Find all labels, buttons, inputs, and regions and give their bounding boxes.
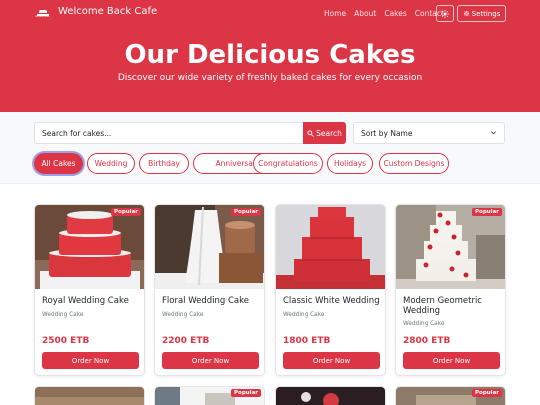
filter-custom-designs[interactable]: Custom Designs <box>379 153 449 174</box>
cake-category: Wedding Cake <box>42 312 84 318</box>
cake-image <box>396 205 505 289</box>
search-icon <box>307 129 314 137</box>
cake-image <box>35 387 144 405</box>
hero-title: Our Delicious Cakes <box>124 40 416 70</box>
nav-links: Home About Cakes Contact <box>324 9 452 18</box>
brand-name[interactable]: Welcome Back Cafe <box>58 6 157 17</box>
cake-card[interactable]: Popular <box>395 386 506 405</box>
cake-category: Wedding Cake <box>162 312 204 318</box>
search-button[interactable]: Search <box>303 122 346 144</box>
gear-icon <box>463 10 469 17</box>
filter-congratulations[interactable]: Congratulations <box>253 153 323 174</box>
popular-badge: Popular <box>231 208 261 216</box>
sort-select[interactable]: Sort by Name <box>353 122 505 144</box>
cake-title: Royal Wedding Cake <box>42 296 129 306</box>
cake-title: Floral Wedding Cake <box>162 296 249 306</box>
cake-image <box>276 387 385 405</box>
cake-image <box>155 205 264 289</box>
navbar: Welcome Back Welcome Back Cafe Home Abou… <box>0 0 540 27</box>
search-button-label: Search <box>316 128 342 138</box>
hero-banner: Our Delicious Cakes Discover our wide va… <box>0 27 540 112</box>
cake-title: Classic White Wedding <box>283 296 380 306</box>
popular-badge: Popular <box>111 208 141 216</box>
order-now-button[interactable]: Order Now <box>403 352 500 369</box>
cake-grid: Popular Royal Wedding Cake Wedding Cake … <box>0 184 540 405</box>
order-now-button[interactable]: Order Now <box>162 352 259 369</box>
cake-card[interactable] <box>34 386 145 405</box>
nav-link-cakes[interactable]: Cakes <box>384 9 406 18</box>
cake-card[interactable]: Classic White Wedding Wedding Cake 1800 … <box>275 204 386 376</box>
cake-price: 1800 ETB <box>283 336 331 346</box>
filter-wedding[interactable]: Wedding <box>87 153 135 174</box>
brand-logo[interactable]: Welcome Back <box>35 9 50 18</box>
cake-category: Wedding Cake <box>283 312 325 318</box>
chevron-down-icon <box>491 131 496 135</box>
cake-title: Modern Geometric Wedding <box>403 296 482 316</box>
filter-holidays[interactable]: Holidays <box>327 153 373 174</box>
popular-badge: Popular <box>472 389 502 397</box>
popular-badge: Popular <box>472 208 502 216</box>
cake-card[interactable]: Popular Royal Wedding Cake Wedding Cake … <box>34 204 145 376</box>
filter-birthday[interactable]: Birthday <box>139 153 189 174</box>
settings-button[interactable]: Settings <box>457 5 506 22</box>
search-area: Search Sort by Name All Cakes Wedding Bi… <box>0 112 540 184</box>
cake-image <box>35 205 144 289</box>
cake-price: 2800 ETB <box>403 336 451 346</box>
theme-toggle-button[interactable] <box>436 5 454 22</box>
cake-image <box>276 205 385 289</box>
order-now-button[interactable]: Order Now <box>42 352 139 369</box>
sun-icon <box>441 9 449 18</box>
popular-badge: Popular <box>231 389 261 397</box>
cake-price: 2200 ETB <box>162 336 210 346</box>
filter-all-cakes[interactable]: All Cakes <box>34 153 83 174</box>
cake-card[interactable]: Popular Modern Geometric Wedding Wedding… <box>395 204 506 376</box>
cake-card[interactable]: Popular Floral Wedding Cake Wedding Cake… <box>154 204 265 376</box>
settings-label: Settings <box>471 9 501 18</box>
nav-link-about[interactable]: About <box>354 9 376 18</box>
cake-category: Wedding Cake <box>403 321 445 327</box>
sort-select-value: Sort by Name <box>361 128 413 138</box>
order-now-button[interactable]: Order Now <box>283 352 380 369</box>
nav-link-home[interactable]: Home <box>324 9 346 18</box>
cake-card[interactable]: Popular <box>154 386 265 405</box>
hero-subtitle: Discover our wide variety of freshly bak… <box>117 73 423 83</box>
search-input[interactable] <box>34 122 303 144</box>
cake-price: 2500 ETB <box>42 336 90 346</box>
cake-card[interactable] <box>275 386 386 405</box>
